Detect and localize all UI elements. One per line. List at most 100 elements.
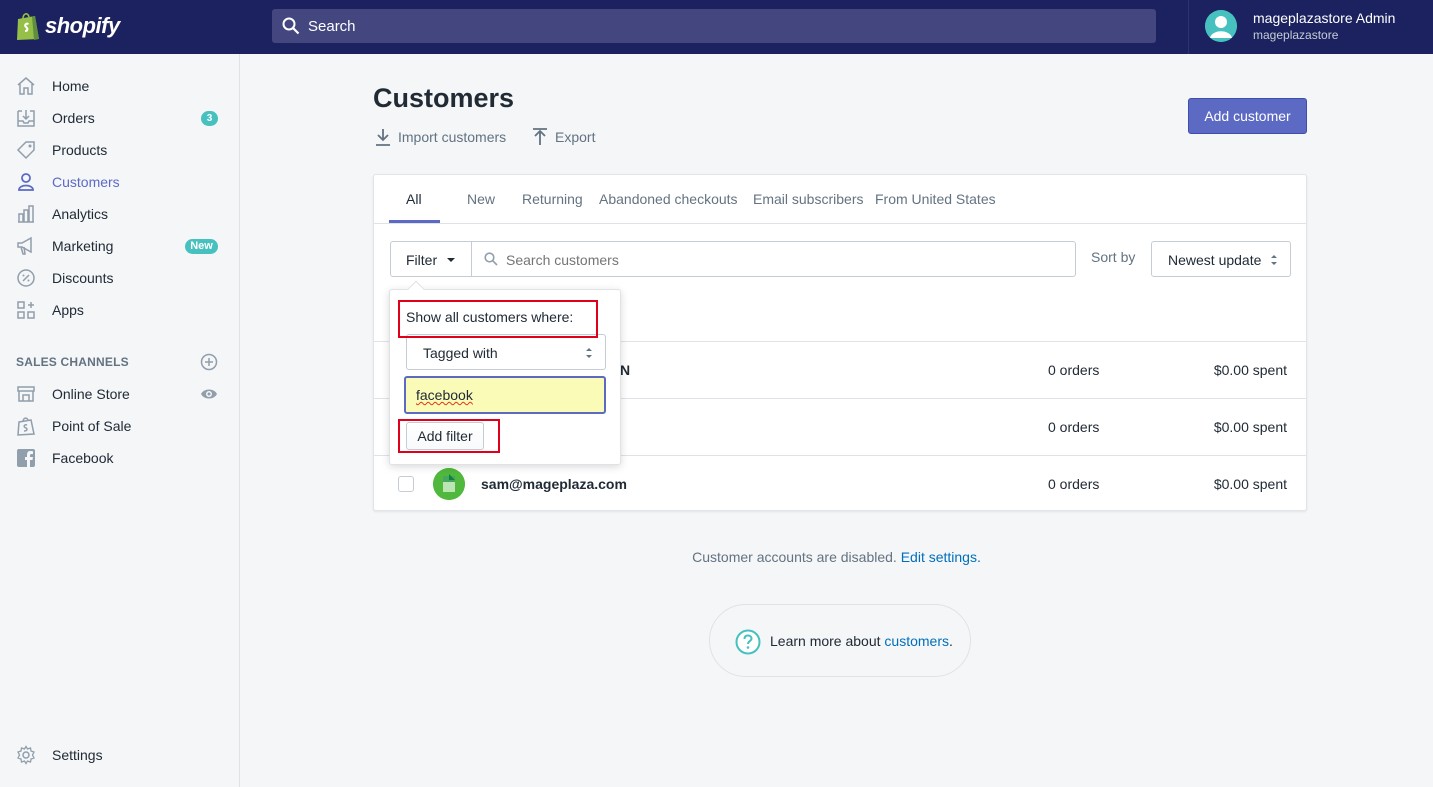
tab-from-united-states[interactable]: From United States	[875, 191, 996, 207]
tag-icon	[16, 141, 35, 160]
sidebar-item-discounts[interactable]: Discounts	[0, 262, 239, 294]
user-avatar-icon	[1205, 10, 1237, 42]
sidebar-item-label: Apps	[52, 302, 84, 318]
sidebar-item-label: Point of Sale	[52, 418, 132, 434]
sidebar-item-label: Home	[52, 78, 90, 94]
help-prefix: Learn more about	[770, 633, 885, 649]
sidebar-item-facebook[interactable]: Facebook	[0, 442, 239, 474]
customer-tabs: All New Returning Abandoned checkouts Em…	[374, 175, 1306, 224]
brand-name: shopify	[45, 13, 120, 38]
page-title: Customers	[373, 83, 515, 113]
bar-chart-icon	[18, 205, 34, 223]
search-customers-input[interactable]	[506, 250, 1066, 270]
customer-spent: $0.00 spent	[1213, 476, 1287, 492]
shopify-bag-icon	[17, 13, 39, 40]
customer-avatar-icon	[433, 468, 465, 500]
customer-orders: 0 orders	[1048, 419, 1100, 435]
global-search[interactable]: Search	[272, 9, 1156, 43]
sidebar-item-label: Customers	[52, 174, 120, 190]
sidebar-item-settings[interactable]: Settings	[0, 739, 239, 771]
active-tab-indicator	[389, 220, 440, 223]
sidebar-item-analytics[interactable]: Analytics	[0, 198, 239, 230]
help-text: Learn more about customers.	[770, 633, 953, 649]
filter-condition-select[interactable]: Tagged with	[406, 334, 606, 370]
discount-icon	[17, 269, 35, 287]
avatar	[1205, 10, 1237, 42]
sidebar-item-apps[interactable]: Apps	[0, 294, 239, 326]
gear-icon	[17, 745, 35, 765]
highlight-box	[398, 419, 500, 453]
row-checkbox[interactable]	[398, 476, 414, 492]
customer-orders: 0 orders	[1048, 476, 1100, 492]
user-store: mageplazastore	[1253, 28, 1339, 42]
sidebar-item-label: Facebook	[52, 450, 114, 466]
sidebar: Home Orders 3 Products Customers Analyti…	[0, 54, 240, 787]
search-label: Search	[308, 18, 356, 35]
sidebar-item-home[interactable]: Home	[0, 70, 239, 102]
facebook-icon	[17, 449, 35, 467]
export-link[interactable]: Export	[532, 128, 602, 148]
question-circle-icon	[735, 629, 761, 655]
person-icon	[18, 173, 34, 191]
customer-name[interactable]: N	[620, 362, 630, 378]
sidebar-item-orders[interactable]: Orders 3	[0, 102, 239, 134]
tab-all[interactable]: All	[406, 191, 422, 207]
pos-bag-icon	[17, 417, 35, 436]
tab-email-subscribers[interactable]: Email subscribers	[753, 191, 863, 207]
megaphone-icon	[17, 236, 32, 255]
select-arrows-icon	[586, 348, 592, 358]
edit-settings-link[interactable]: Edit settings.	[901, 549, 981, 565]
sidebar-item-label: Discounts	[52, 270, 114, 286]
caret-down-icon	[447, 258, 455, 262]
tag-value-input[interactable]: facebook	[404, 376, 606, 414]
sort-label: Sort by	[1091, 249, 1136, 265]
tab-abandoned-checkouts[interactable]: Abandoned checkouts	[599, 191, 738, 207]
tab-new[interactable]: New	[467, 191, 495, 207]
sort-value: Newest update	[1168, 252, 1262, 268]
filter-label: Filter	[406, 252, 438, 268]
customer-spent: $0.00 spent	[1213, 419, 1287, 435]
sort-select[interactable]: Newest update	[1151, 241, 1291, 277]
shopify-logo[interactable]: shopify	[0, 0, 240, 54]
customer-search[interactable]	[471, 241, 1076, 277]
orders-icon	[17, 110, 35, 127]
upload-icon	[533, 128, 547, 145]
note-text: Customer accounts are disabled.	[692, 549, 897, 565]
user-name: mageplazastore Admin	[1253, 10, 1396, 26]
tab-returning[interactable]: Returning	[522, 191, 583, 207]
sidebar-item-label: Analytics	[52, 206, 109, 222]
select-arrows-icon	[1271, 255, 1277, 265]
sidebar-item-point-of-sale[interactable]: Point of Sale	[0, 410, 239, 442]
customers-help-link[interactable]: customers	[884, 633, 949, 649]
sidebar-item-label: Marketing	[52, 238, 114, 254]
help-suffix: .	[948, 633, 953, 649]
import-customers-link[interactable]: Import customers	[375, 128, 510, 148]
sidebar-item-label: Settings	[52, 747, 103, 763]
avatar	[433, 468, 465, 500]
help-callout: Learn more about customers.	[709, 604, 971, 677]
sidebar-item-marketing[interactable]: Marketing New	[0, 230, 239, 262]
sidebar-item-label: Orders	[52, 110, 95, 126]
new-badge: New	[185, 239, 218, 254]
top-bar: shopify Search mageplazastore Admin mage…	[0, 0, 1433, 54]
sidebar-item-online-store[interactable]: Online Store	[0, 378, 239, 410]
customer-spent: $0.00 spent	[1213, 362, 1287, 378]
customer-orders: 0 orders	[1048, 362, 1100, 378]
filter-button[interactable]: Filter	[390, 241, 472, 277]
search-icon	[484, 252, 498, 266]
add-customer-button[interactable]: Add customer	[1188, 98, 1307, 134]
customer-accounts-note: Customer accounts are disabled. Edit set…	[0, 549, 1433, 565]
sidebar-item-customers[interactable]: Customers	[0, 166, 239, 198]
sidebar-item-products[interactable]: Products	[0, 134, 239, 166]
sidebar-item-label: Online Store	[52, 386, 130, 402]
sidebar-item-label: Products	[52, 142, 108, 158]
user-menu[interactable]: mageplazastore Admin mageplazastore	[1188, 0, 1433, 54]
orders-count-badge: 3	[201, 111, 218, 126]
home-icon	[17, 77, 35, 95]
search-icon	[282, 17, 300, 35]
apps-icon	[17, 301, 35, 319]
eye-icon[interactable]	[200, 386, 218, 402]
customer-name[interactable]: sam@mageplaza.com	[481, 476, 627, 492]
sales-channels-heading: SALES CHANNELS	[16, 355, 129, 369]
add-channel-icon[interactable]	[200, 353, 218, 371]
